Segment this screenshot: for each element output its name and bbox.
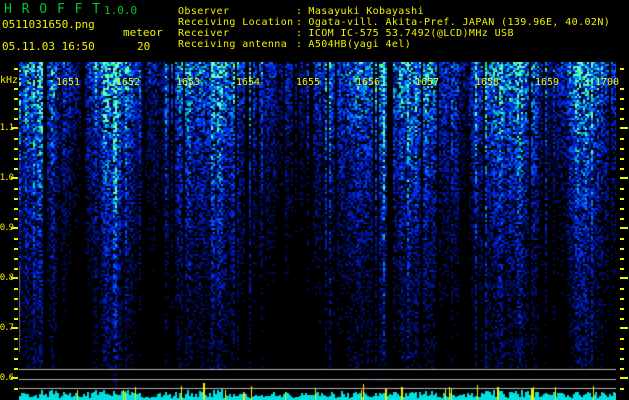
freq-minor-tick-left [14,318,18,320]
freq-minor-tick-left [14,168,18,170]
freq-minor-tick-left [14,268,18,270]
freq-minor-tick-right [620,288,624,290]
freq-minor-tick-left [14,118,18,120]
time-tick-label: 1656 [355,77,381,88]
freq-minor-tick-left [14,188,18,190]
freq-minor-tick-left [14,98,18,100]
freq-minor-tick-right [620,138,624,140]
freq-minor-tick-right [620,208,624,210]
freq-major-tick-left [11,177,18,179]
time-tick-label: 1654 [235,77,261,88]
freq-major-tick-right [620,327,628,329]
freq-major-tick-right [620,277,628,279]
freq-minor-tick-left [14,298,18,300]
freq-minor-tick-left [14,208,18,210]
time-tick-label: 1657 [414,77,440,88]
freq-minor-tick-left [14,218,18,220]
freq-major-tick-right [620,227,628,229]
freq-minor-tick-right [620,258,624,260]
freq-minor-tick-right [620,158,624,160]
freq-minor-tick-left [14,308,18,310]
freq-major-tick-right [620,127,628,129]
freq-minor-tick-right [620,148,624,150]
time-tick-label: 1700 [594,77,620,88]
freq-major-tick-left [11,277,18,279]
freq-minor-tick-right [620,188,624,190]
time-tick-label: 1652 [115,77,141,88]
freq-minor-tick-right [620,368,624,370]
time-tick-label: 1651 [55,77,81,88]
freq-minor-tick-right [620,88,624,90]
freq-minor-tick-left [14,68,18,70]
spectrogram-canvas [19,62,616,400]
freq-minor-tick-left [14,88,18,90]
time-tick-label: 1655 [295,77,321,88]
time-tick-label: 1659 [534,77,560,88]
freq-minor-tick-right [620,198,624,200]
freq-minor-tick-left [14,368,18,370]
freq-minor-tick-left [14,358,18,360]
freq-minor-tick-right [620,298,624,300]
freq-minor-tick-left [14,108,18,110]
time-tick-label: 1658 [474,77,500,88]
freq-major-tick-left [11,127,18,129]
freq-minor-tick-right [620,388,624,390]
freq-minor-tick-right [620,358,624,360]
freq-minor-tick-left [14,148,18,150]
freq-minor-tick-left [14,338,18,340]
freq-minor-tick-right [620,238,624,240]
freq-minor-tick-right [620,308,624,310]
freq-minor-tick-right [620,338,624,340]
freq-major-tick-left [11,327,18,329]
freq-minor-tick-left [14,138,18,140]
freq-minor-tick-left [14,158,18,160]
freq-minor-tick-left [14,238,18,240]
freq-major-tick-left [11,377,18,379]
time-tick-label: 1653 [175,77,201,88]
freq-minor-tick-left [14,288,18,290]
freq-minor-tick-right [620,268,624,270]
freq-axis-unit-label: kHz [0,75,19,86]
freq-minor-tick-right [620,108,624,110]
freq-minor-tick-right [620,248,624,250]
freq-minor-tick-left [14,248,18,250]
freq-minor-tick-right [620,118,624,120]
freq-minor-tick-left [14,198,18,200]
freq-major-tick-right [620,377,628,379]
freq-minor-tick-right [620,68,624,70]
freq-minor-tick-left [14,348,18,350]
freq-major-tick-right [620,177,628,179]
freq-minor-tick-left [14,388,18,390]
freq-minor-tick-right [620,168,624,170]
freq-minor-tick-left [14,258,18,260]
freq-minor-tick-right [620,218,624,220]
spectrogram-panel: kHz 1.1 1.0 0.9 0.8 0.7 0.6 1651 1652 1653 1654 16… [0,0,629,400]
freq-minor-tick-right [620,98,624,100]
freq-major-tick-left [11,227,18,229]
freq-minor-tick-right [620,318,624,320]
freq-minor-tick-right [620,348,624,350]
